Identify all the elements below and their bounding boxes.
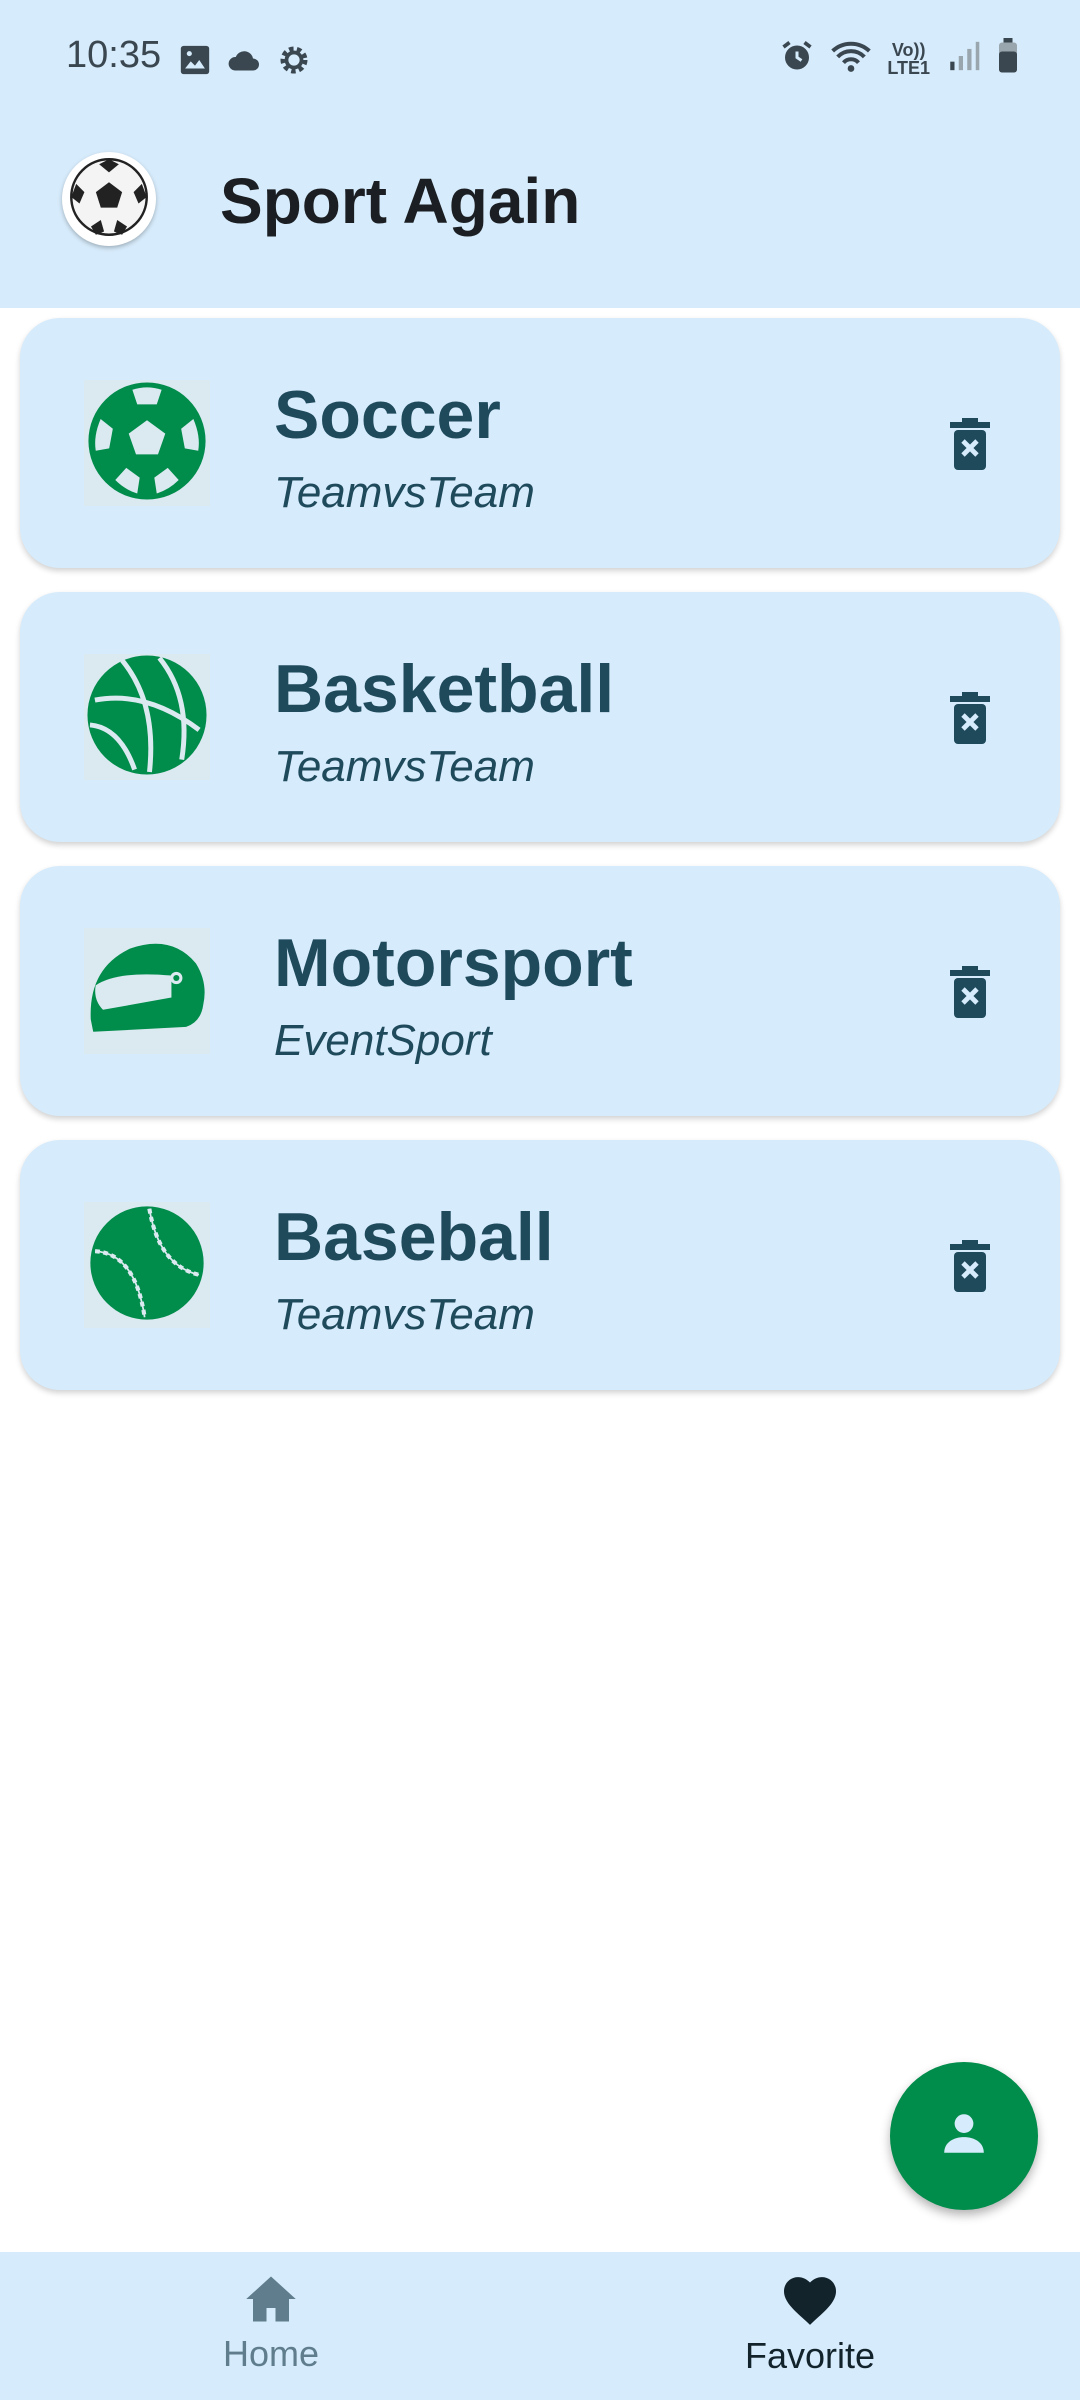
nav-item-favorite[interactable]: Favorite xyxy=(680,2274,940,2384)
alarm-icon xyxy=(779,38,815,79)
basketball-icon xyxy=(85,653,209,782)
sport-icon-box xyxy=(84,380,210,506)
volte-icon: Vo)) LTE1 xyxy=(887,41,930,77)
profile-fab-button[interactable] xyxy=(890,2062,1038,2210)
nav-item-home[interactable]: Home xyxy=(141,2274,401,2384)
signal-icon xyxy=(946,39,980,78)
sport-type: TeamvsTeam xyxy=(274,742,535,791)
settings-gear-icon xyxy=(276,42,312,83)
sport-type: TeamvsTeam xyxy=(274,468,535,517)
app-bar: Sport Again xyxy=(0,120,1080,308)
sport-name: Motorsport xyxy=(274,925,633,1001)
sport-name: Baseball xyxy=(274,1199,554,1275)
racing-helmet-icon xyxy=(85,934,209,1049)
nav-label-home: Home xyxy=(222,2333,320,2374)
sport-card-motorsport[interactable]: Motorsport EventSport xyxy=(20,866,1060,1116)
heart-icon xyxy=(781,2274,839,2331)
favorite-sports-list: Soccer TeamvsTeam Basketball TeamvsTeam xyxy=(20,318,1060,1414)
sport-card-soccer[interactable]: Soccer TeamvsTeam xyxy=(20,318,1060,568)
cloud-icon xyxy=(226,45,262,80)
delete-icon xyxy=(950,417,990,475)
baseball-icon xyxy=(88,1204,206,1327)
delete-icon xyxy=(950,965,990,1023)
status-bar: 10:35 Vo)) LTE1 xyxy=(0,0,1080,120)
app-title: Sport Again xyxy=(220,165,581,237)
battery-icon xyxy=(996,38,1020,79)
lte-label: LTE1 xyxy=(887,57,930,78)
wifi-icon xyxy=(831,39,872,78)
home-icon xyxy=(244,2274,298,2329)
sport-type: EventSport xyxy=(274,1016,492,1065)
nav-label-favorite: Favorite xyxy=(744,2335,876,2376)
sport-name: Basketball xyxy=(274,651,615,727)
sport-icon-box xyxy=(84,1202,210,1328)
bottom-navigation: Home Favorite xyxy=(0,2252,1080,2400)
soccer-ball-icon xyxy=(86,380,208,507)
image-icon xyxy=(178,43,212,82)
sport-name: Soccer xyxy=(274,377,501,453)
sport-type: TeamvsTeam xyxy=(274,1290,535,1339)
volte-label: Vo)) xyxy=(891,39,926,60)
delete-button[interactable] xyxy=(940,690,1000,750)
app-logo xyxy=(62,152,156,246)
sport-icon-box xyxy=(84,928,210,1054)
soccer-ball-icon xyxy=(68,156,150,243)
delete-icon xyxy=(950,691,990,749)
delete-icon xyxy=(950,1239,990,1297)
status-time: 10:35 xyxy=(66,34,162,76)
delete-button[interactable] xyxy=(940,416,1000,476)
sport-card-baseball[interactable]: Baseball TeamvsTeam xyxy=(20,1140,1060,1390)
delete-button[interactable] xyxy=(940,1238,1000,1298)
person-icon xyxy=(939,2109,989,2164)
delete-button[interactable] xyxy=(940,964,1000,1024)
sport-icon-box xyxy=(84,654,210,780)
sport-card-basketball[interactable]: Basketball TeamvsTeam xyxy=(20,592,1060,842)
